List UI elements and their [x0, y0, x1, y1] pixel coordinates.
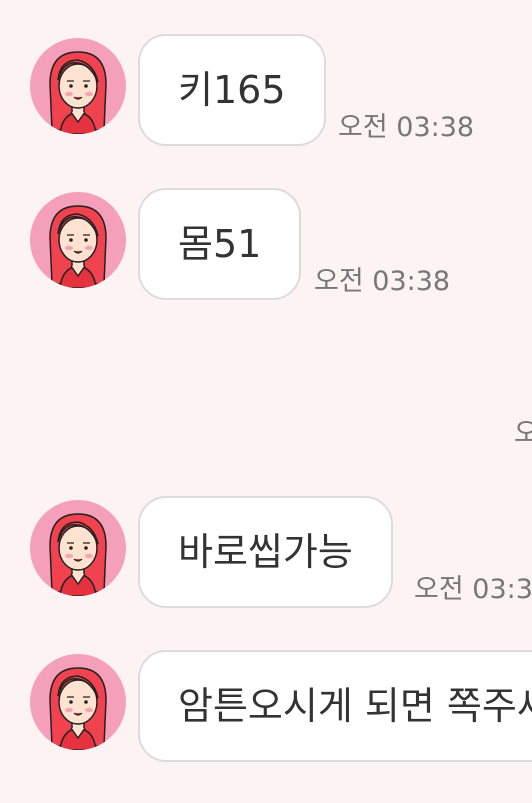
message-timestamp: 오전 03:38 [314, 266, 451, 297]
sender-avatar[interactable] [30, 654, 126, 750]
message-text: 암튼오시게 되면 쪽주세요 [178, 684, 532, 728]
girl-avatar-icon [49, 205, 107, 288]
sender-avatar[interactable] [30, 38, 126, 134]
message-bubble[interactable]: 몸51 [138, 188, 302, 300]
girl-avatar-icon [49, 667, 107, 750]
chat-message-list[interactable]: 키165 오전 03:38 몸51 오전 03:38 오 바로씹가능 오전 03… [0, 0, 532, 803]
message-timestamp: 오전 03:38 [414, 574, 532, 605]
message-text: 몸51 [178, 222, 262, 266]
message-bubble[interactable]: 바로씹가능 [138, 496, 393, 608]
message-bubble[interactable]: 키165 [138, 34, 326, 146]
sender-avatar[interactable] [30, 500, 126, 596]
message-text: 키165 [178, 68, 286, 112]
message-bubble[interactable]: 암튼오시게 되면 쪽주세요 [138, 650, 532, 762]
girl-avatar-icon [49, 513, 107, 596]
offscreen-message-timestamp: 오 [514, 418, 532, 449]
girl-avatar-icon [49, 51, 107, 134]
message-text: 바로씹가능 [178, 530, 353, 574]
sender-avatar[interactable] [30, 192, 126, 288]
message-timestamp: 오전 03:38 [338, 112, 475, 143]
